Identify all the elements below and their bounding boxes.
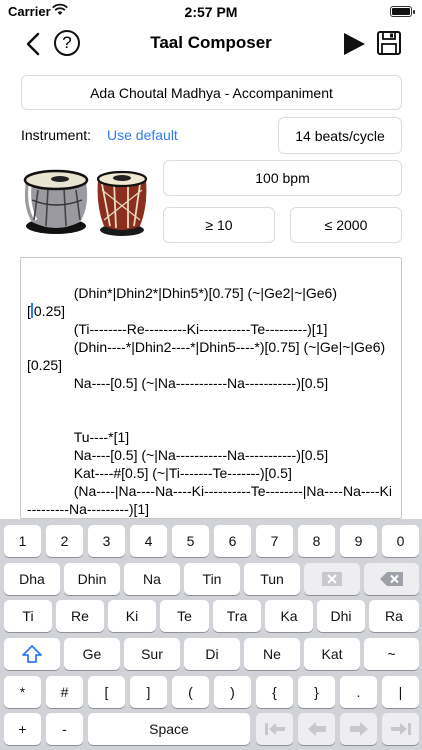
- status-bar: Carrier 2:57 PM: [0, 0, 422, 24]
- key-0[interactable]: 0: [382, 525, 419, 557]
- skip-to-end-icon: [390, 723, 411, 735]
- save-button[interactable]: [376, 30, 402, 56]
- key-close-bracket[interactable]: ]: [130, 676, 167, 708]
- delete-word-key[interactable]: [304, 563, 360, 595]
- key-dha[interactable]: Dha: [4, 563, 60, 595]
- shift-key[interactable]: [4, 638, 60, 670]
- move-left-key[interactable]: [298, 713, 335, 745]
- shift-icon: [22, 645, 42, 663]
- backspace-icon: [379, 572, 403, 586]
- key-kat[interactable]: Kat: [304, 638, 360, 670]
- key-8[interactable]: 8: [298, 525, 335, 557]
- move-to-end-key[interactable]: [382, 713, 419, 745]
- key-ka[interactable]: Ka: [265, 600, 313, 632]
- composition-name-field[interactable]: Ada Choutal Madhya - Accompaniment: [21, 75, 402, 110]
- key-3[interactable]: 3: [88, 525, 125, 557]
- nav-bar: ? Taal Composer: [0, 24, 422, 64]
- key-open-brace[interactable]: {: [256, 676, 293, 708]
- move-right-key[interactable]: [340, 713, 377, 745]
- key-tun[interactable]: Tun: [244, 563, 300, 595]
- key-te[interactable]: Te: [160, 600, 209, 632]
- arrow-left-icon: [307, 722, 326, 736]
- instrument-label: Instrument:: [21, 127, 92, 143]
- key-di[interactable]: Di: [184, 638, 240, 670]
- key-tilde[interactable]: ~: [364, 638, 419, 670]
- key-open-bracket[interactable]: [: [88, 676, 125, 708]
- key-ge[interactable]: Ge: [64, 638, 120, 670]
- status-time: 2:57 PM: [184, 4, 238, 20]
- play-button[interactable]: [341, 31, 367, 57]
- arrow-right-icon: [349, 722, 368, 736]
- key-asterisk[interactable]: *: [4, 676, 41, 708]
- composition-text: (Dhin*|Dhin2*|Dhin5*)[0.75] (~|Ge2|~|Ge6…: [27, 285, 392, 517]
- key-tin[interactable]: Tin: [184, 563, 240, 595]
- key-na[interactable]: Na: [124, 563, 180, 595]
- key-2[interactable]: 2: [46, 525, 83, 557]
- key-ra[interactable]: Ra: [369, 600, 419, 632]
- key-close-paren[interactable]: ): [214, 676, 251, 708]
- tempo-min-button[interactable]: ≥ 10: [163, 207, 275, 243]
- battery-icon: [390, 6, 415, 17]
- key-dhin[interactable]: Dhin: [64, 563, 120, 595]
- key-5[interactable]: 5: [172, 525, 209, 557]
- key-sur[interactable]: Sur: [124, 638, 180, 670]
- instrument-default-link[interactable]: Use default: [107, 127, 178, 143]
- key-pipe[interactable]: |: [382, 676, 419, 708]
- beats-per-cycle-button[interactable]: 14 beats/cycle: [278, 117, 402, 154]
- key-4[interactable]: 4: [130, 525, 167, 557]
- tempo-max-button[interactable]: ≤ 2000: [290, 207, 402, 243]
- key-ne[interactable]: Ne: [244, 638, 300, 670]
- key-7[interactable]: 7: [256, 525, 293, 557]
- skip-to-start-icon: [264, 723, 285, 735]
- key-ti[interactable]: Ti: [4, 600, 52, 632]
- key-dhi[interactable]: Dhi: [317, 600, 365, 632]
- key-close-brace[interactable]: }: [298, 676, 335, 708]
- key-minus[interactable]: -: [46, 713, 83, 745]
- key-tra[interactable]: Tra: [213, 600, 261, 632]
- delete-word-icon: [322, 572, 342, 586]
- key-hash[interactable]: #: [46, 676, 83, 708]
- key-1[interactable]: 1: [4, 525, 41, 557]
- key-plus[interactable]: +: [4, 713, 41, 745]
- tempo-bpm-button[interactable]: 100 bpm: [163, 160, 402, 196]
- key-6[interactable]: 6: [214, 525, 251, 557]
- key-ki[interactable]: Ki: [108, 600, 156, 632]
- key-re[interactable]: Re: [56, 600, 104, 632]
- bol-keyboard: 1 2 3 4 5 6 7 8 9 0 Dha Dhin Na Tin Tun …: [0, 519, 422, 750]
- key-period[interactable]: .: [340, 676, 377, 708]
- tabla-drums-image: [23, 169, 148, 236]
- composition-editor[interactable]: (Dhin*|Dhin2*|Dhin5*)[0.75] (~|Ge2|~|Ge6…: [20, 257, 402, 519]
- key-open-paren[interactable]: (: [172, 676, 209, 708]
- key-9[interactable]: 9: [340, 525, 377, 557]
- space-key[interactable]: Space: [88, 713, 250, 745]
- text-cursor: [30, 303, 33, 318]
- backspace-key[interactable]: [364, 563, 419, 595]
- move-to-start-key[interactable]: [256, 713, 293, 745]
